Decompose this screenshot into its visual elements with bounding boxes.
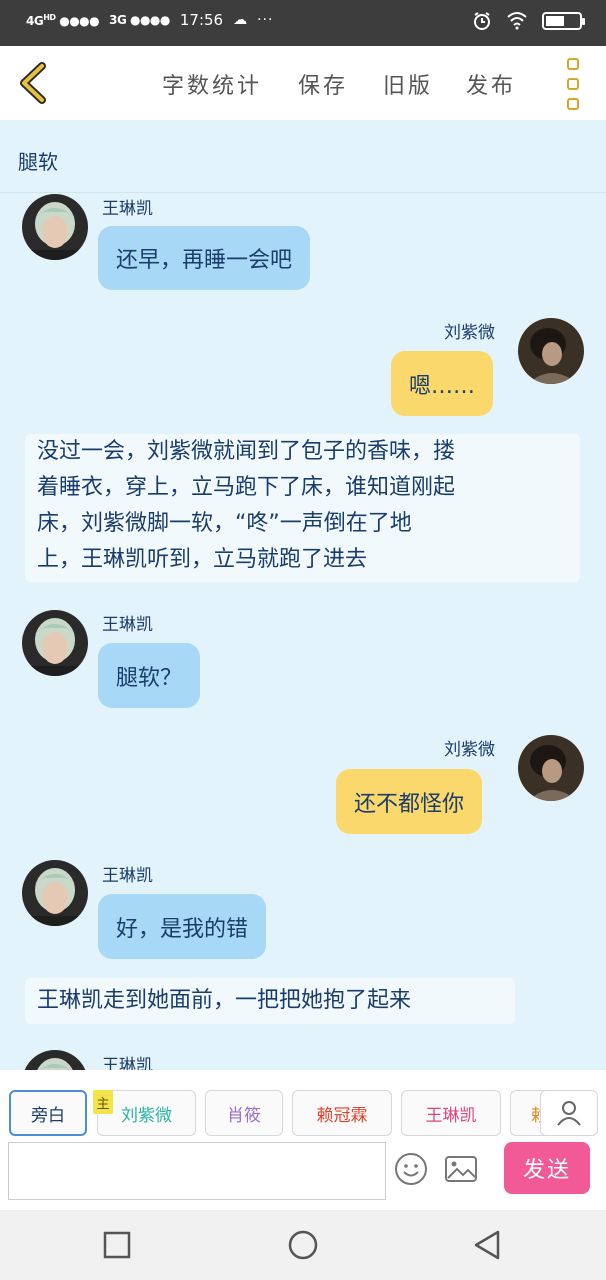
publish-button[interactable]: 发布 xyxy=(466,68,516,100)
more-menu-icon[interactable] xyxy=(560,58,586,110)
role-chip-label: 肖筱 xyxy=(227,1105,261,1126)
avatar-wanglinkai[interactable] xyxy=(22,194,88,260)
role-chip-laiguanlin[interactable]: 赖冠霖 xyxy=(292,1090,392,1136)
message-input[interactable] xyxy=(8,1142,386,1200)
sender-name: 王琳凯 xyxy=(102,866,153,886)
title-divider xyxy=(0,192,606,193)
back-icon[interactable] xyxy=(14,60,54,106)
avatar-liuziwei[interactable] xyxy=(518,318,584,384)
narration-line: 没过一会，刘紫微就闻到了包子的香味，搂 xyxy=(37,439,456,464)
narration-block[interactable]: 没过一会，刘紫微就闻到了包子的香味，搂 着睡衣，穿上，立马跑下了床，谁知道刚起 … xyxy=(25,434,580,582)
message-bubble[interactable]: 腿软？ xyxy=(98,643,201,708)
chat-bubble-icon: ☁ xyxy=(233,12,248,28)
avatar-liuziwei[interactable] xyxy=(518,735,584,801)
role-chip-label: 旁白 xyxy=(31,1105,65,1126)
add-role-button[interactable] xyxy=(540,1090,598,1136)
sender-name: 刘紫微 xyxy=(444,740,495,760)
send-button[interactable]: 发送 xyxy=(504,1142,590,1194)
system-nav-bar xyxy=(0,1210,606,1280)
sender-name: 王琳凯 xyxy=(102,1056,153,1070)
narration-line: 着睡衣，穿上，立马跑下了床，谁知道刚起 xyxy=(37,475,456,500)
role-chip-label: 王琳凯 xyxy=(425,1105,477,1126)
emoji-icon[interactable] xyxy=(394,1152,428,1186)
sender-name: 刘紫微 xyxy=(444,323,495,343)
role-chip-xiaoxiao[interactable]: 肖筱 xyxy=(205,1090,283,1136)
old-version-button[interactable]: 旧版 xyxy=(383,68,433,100)
narration-line: 床，刘紫微脚一软，“咚”一声倒在了地 xyxy=(37,511,412,536)
role-chip-label: 刘紫微 xyxy=(121,1105,172,1126)
message-bubble[interactable]: 好，是我的错 xyxy=(98,894,267,959)
image-icon[interactable] xyxy=(444,1154,478,1184)
more-notifications-icon: ··· xyxy=(257,12,274,28)
message-bubble[interactable]: 嗯…… xyxy=(391,351,494,416)
avatar-wanglinkai[interactable] xyxy=(22,860,88,926)
signal-3g: 3G ●●●● xyxy=(109,13,170,27)
chat-title: 腿软 xyxy=(18,150,58,174)
chat-area[interactable]: 腿软 王琳凯 还早，再睡一会吧 刘紫微 嗯…… 没过一会，刘紫微就闻到了包子的香… xyxy=(0,120,606,1070)
save-button[interactable]: 保存 xyxy=(298,68,348,100)
clock: 17:56 xyxy=(179,11,224,29)
avatar-wanglinkai[interactable] xyxy=(22,1050,88,1070)
top-bar: 字数统计 保存 旧版 发布 xyxy=(0,46,606,120)
battery-icon xyxy=(542,12,585,30)
status-bar: 4GHD ●●●● 3G ●●●● 17:56 ☁ ··· xyxy=(0,0,606,46)
avatar-wanglinkai[interactable] xyxy=(22,610,88,676)
role-chip-wanglinkai[interactable]: 王琳凯 xyxy=(401,1090,501,1136)
recent-apps-icon[interactable] xyxy=(100,1228,134,1262)
wifi-icon xyxy=(507,12,527,30)
back-nav-icon[interactable] xyxy=(470,1228,504,1262)
role-chip-label: 赖冠霖 xyxy=(316,1105,368,1126)
signal-4g: 4GHD ●●●● xyxy=(26,12,100,28)
narration-block[interactable]: 王琳凯走到她面前，一把把她抱了起来 xyxy=(25,978,515,1024)
sender-name: 王琳凯 xyxy=(102,615,153,635)
main-role-tag: 主 xyxy=(93,1090,113,1114)
sender-name: 王琳凯 xyxy=(102,199,153,219)
person-icon xyxy=(557,1101,581,1126)
word-count-button[interactable]: 字数统计 xyxy=(162,68,262,100)
message-bubble[interactable]: 还不都怪你 xyxy=(336,769,483,834)
narration-line: 上，王琳凯听到，立马就跑了进去 xyxy=(37,547,368,572)
message-bubble[interactable]: 还早，再睡一会吧 xyxy=(98,226,311,290)
role-chip-narrator[interactable]: 旁白 xyxy=(9,1090,87,1136)
narration-line: 王琳凯走到她面前，一把把她抱了起来 xyxy=(37,988,412,1013)
input-area: 旁白 刘紫微 主 肖筱 赖冠霖 王琳凯 赖 发送 xyxy=(0,1070,606,1210)
alarm-icon xyxy=(474,12,490,30)
home-icon[interactable] xyxy=(286,1228,320,1262)
